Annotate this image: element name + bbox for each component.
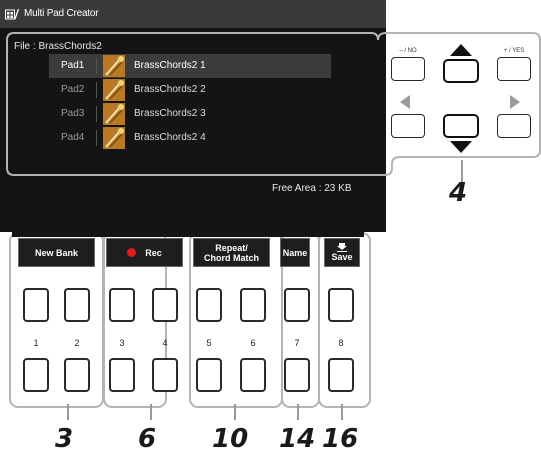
pad-button-5-lower[interactable] [196,358,222,392]
tab-rec[interactable]: Rec [106,238,183,267]
pad-button-3-lower[interactable] [109,358,135,392]
record-dot-icon [127,248,137,257]
left-button[interactable] [391,114,425,138]
save-download-icon [337,243,347,252]
pad-number-4: 4 [162,338,168,348]
right-arrow-icon [510,95,520,109]
callout-leader [297,404,299,420]
pad-button-7-lower[interactable] [284,358,310,392]
tab-label: Save [331,252,353,262]
tab-repeat-chord-match[interactable]: Repeat/ Chord Match [193,238,270,267]
pad-button-1-lower[interactable] [23,358,49,392]
callout-number-10: 10 [212,424,249,454]
callout-leader [150,404,152,420]
screen-bottom-strip [12,232,364,237]
callout-number-6: 6 [138,424,157,454]
pad-button-6-upper[interactable] [240,288,266,322]
yes-label: + / YES [503,48,525,54]
pad-number-2: 2 [74,338,80,348]
no-label: – / NO [399,48,417,54]
right-button[interactable] [497,114,531,138]
callout-leader [67,404,69,420]
pad-number-1: 1 [33,338,39,348]
up-button[interactable] [443,59,479,83]
pad-number-5: 5 [206,338,212,348]
callout-leader [341,404,343,420]
callout-number-14: 14 [279,424,316,454]
tab-label: New Bank [34,247,78,258]
pad-number-3: 3 [119,338,125,348]
pad-button-5-upper[interactable] [196,288,222,322]
pad-button-2-upper[interactable] [64,288,90,322]
tab-label: Rec [145,247,162,258]
tab-label-line1: Repeat/ [215,242,248,253]
pad-button-8-lower[interactable] [328,358,354,392]
pad-button-4-lower[interactable] [152,358,178,392]
pad-button-3-upper[interactable] [109,288,135,322]
down-arrow-icon [450,141,472,153]
pad-number-8: 8 [338,338,344,348]
pad-button-8-upper[interactable] [328,288,354,322]
callout-number-4: 4 [449,178,468,208]
callout-outline-top [6,32,541,176]
pad-button-6-lower[interactable] [240,358,266,392]
tab-new-bank[interactable]: New Bank [18,238,95,267]
left-arrow-icon [400,95,410,109]
minus-no-button[interactable] [391,57,425,81]
up-arrow-icon [450,44,472,56]
plus-yes-button[interactable] [497,57,531,81]
callout-number-3: 3 [55,424,74,454]
callout-leader [234,404,236,420]
tab-name[interactable]: Name [280,238,310,267]
tab-label-line2: Chord Match [204,252,259,263]
pad-number-6: 6 [250,338,256,348]
callout-number-16: 16 [322,424,359,454]
tab-save[interactable]: Save [324,238,360,267]
pad-button-7-upper[interactable] [284,288,310,322]
pad-button-4-upper[interactable] [152,288,178,322]
pad-number-7: 7 [294,338,300,348]
pad-button-2-lower[interactable] [64,358,90,392]
down-button[interactable] [443,114,479,138]
tab-label: Name [282,247,308,258]
pad-button-1-upper[interactable] [23,288,49,322]
